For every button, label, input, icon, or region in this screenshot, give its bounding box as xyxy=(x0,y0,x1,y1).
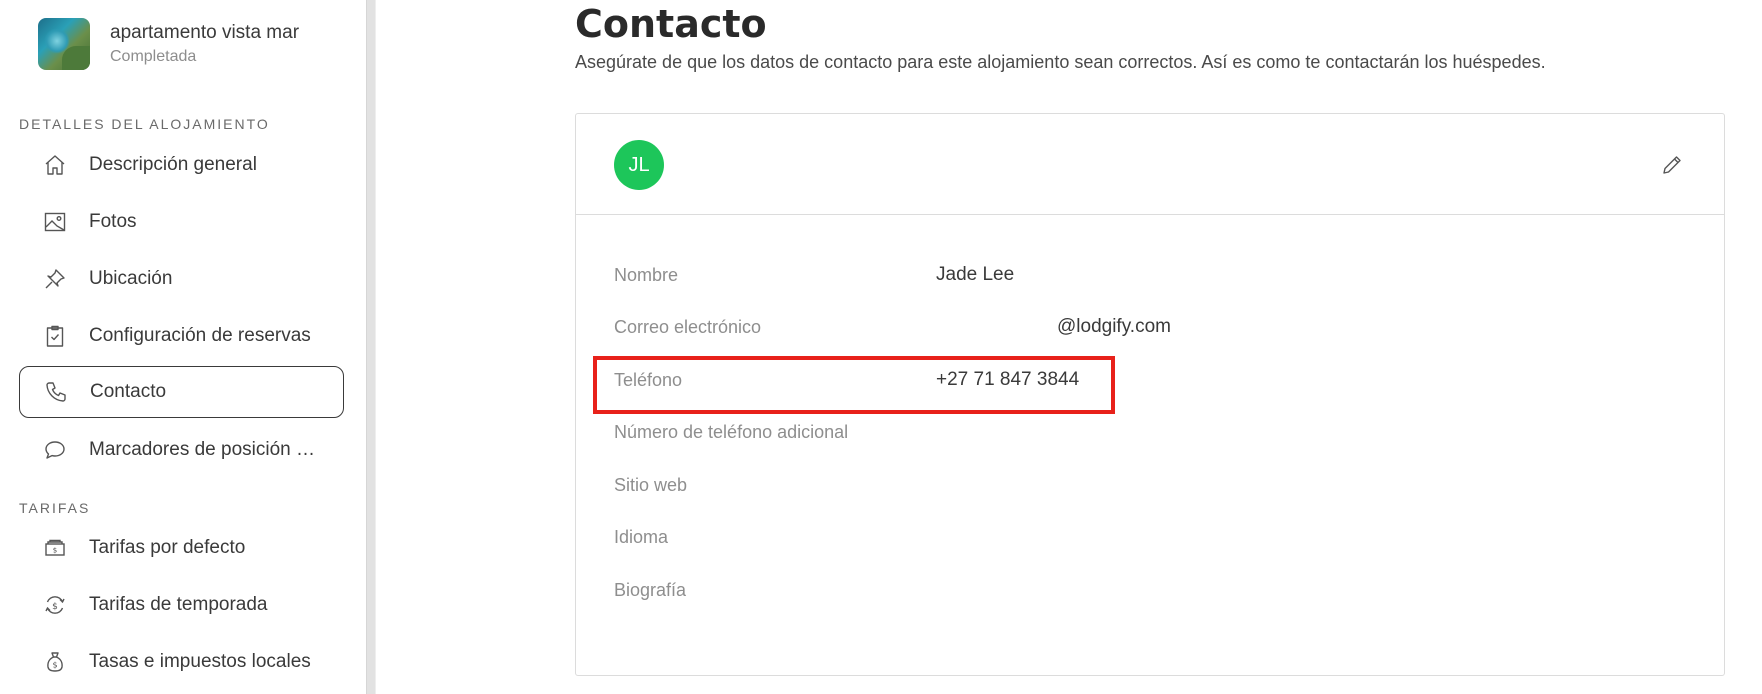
home-icon xyxy=(41,151,69,179)
section-label-details: DETALLES DEL ALOJAMIENTO xyxy=(19,116,270,132)
sidebar-item-fotos[interactable]: Fotos xyxy=(19,196,344,248)
money-stack-icon: $ xyxy=(41,534,69,562)
chat-bubble-icon xyxy=(41,436,69,464)
page-subtitle: Asegúrate de que los datos de contacto p… xyxy=(575,52,1546,72)
sidebar-item-label: Tasas e impuestos locales xyxy=(89,651,311,672)
clipboard-check-icon xyxy=(41,322,69,350)
field-label-idioma: Idioma xyxy=(614,527,669,547)
field-label-sitio-web: Sitio web xyxy=(614,475,688,495)
property-info: apartamento vista mar Completada xyxy=(110,21,299,67)
field-label-nombre: Nombre xyxy=(614,265,679,285)
property-name: apartamento vista mar xyxy=(110,22,300,43)
sidebar-item-label: Descripción general xyxy=(89,154,257,175)
phone-icon xyxy=(42,378,70,406)
sidebar-item-tarifas-temporada[interactable]: $ Tarifas de temporada xyxy=(19,579,344,631)
sidebar-item-descripcion-general[interactable]: Descripción general xyxy=(19,139,344,191)
image-icon xyxy=(41,208,69,236)
property-status: Completada xyxy=(110,48,197,65)
field-label-correo: Correo electrónico xyxy=(614,317,762,337)
sidebar-item-label: Ubicación xyxy=(89,268,173,289)
field-value-nombre: Jade Lee xyxy=(936,264,1015,285)
field-value-telefono: +27 71 847 3844 xyxy=(936,369,1080,390)
contact-card: JL Nombre Jade Lee Correo electrónico @l… xyxy=(575,113,1725,676)
field-label-biografia: Biografía xyxy=(614,580,687,600)
field-label-telefono-adicional: Número de teléfono adicional xyxy=(614,422,849,442)
avatar: JL xyxy=(614,140,664,190)
section-label-rates: TARIFAS xyxy=(19,500,91,516)
pin-icon xyxy=(41,265,69,293)
sidebar: apartamento vista mar Completada DETALLE… xyxy=(0,0,366,694)
sidebar-item-label: Tarifas de temporada xyxy=(89,594,268,615)
sidebar-item-label: Fotos xyxy=(89,211,137,232)
sidebar-item-label: Contacto xyxy=(90,381,167,402)
sidebar-item-tasas-impuestos[interactable]: $ Tasas e impuestos locales xyxy=(19,636,344,688)
field-label-telefono: Teléfono xyxy=(614,370,683,390)
dollar-cycle-icon: $ xyxy=(41,591,69,619)
svg-text:$: $ xyxy=(52,661,57,670)
sidebar-item-tarifas-defecto[interactable]: $ Tarifas por defecto xyxy=(19,522,344,574)
sidebar-item-ubicacion[interactable]: Ubicación xyxy=(19,253,344,305)
property-thumbnail xyxy=(38,18,90,70)
sidebar-scrollbar[interactable] xyxy=(366,0,376,694)
sidebar-item-configuracion-reservas[interactable]: Configuración de reservas xyxy=(19,310,344,362)
property-header[interactable]: apartamento vista mar Completada xyxy=(38,18,299,70)
pencil-icon xyxy=(1663,156,1681,174)
svg-text:$: $ xyxy=(52,602,58,612)
contact-card-header: JL xyxy=(576,114,1724,215)
sidebar-item-label: Tarifas por defecto xyxy=(89,537,246,558)
page-title: Contacto xyxy=(575,2,767,46)
sidebar-item-contacto[interactable]: Contacto xyxy=(19,366,344,418)
edit-button[interactable] xyxy=(1658,151,1686,179)
sidebar-item-label: Marcadores de posición o… xyxy=(89,439,321,460)
svg-text:$: $ xyxy=(53,547,57,555)
sidebar-item-marcadores[interactable]: Marcadores de posición o… xyxy=(19,424,344,476)
money-bag-icon: $ xyxy=(41,648,69,676)
sidebar-item-label: Configuración de reservas xyxy=(89,325,311,346)
field-value-correo: @lodgify.com xyxy=(1057,316,1171,337)
